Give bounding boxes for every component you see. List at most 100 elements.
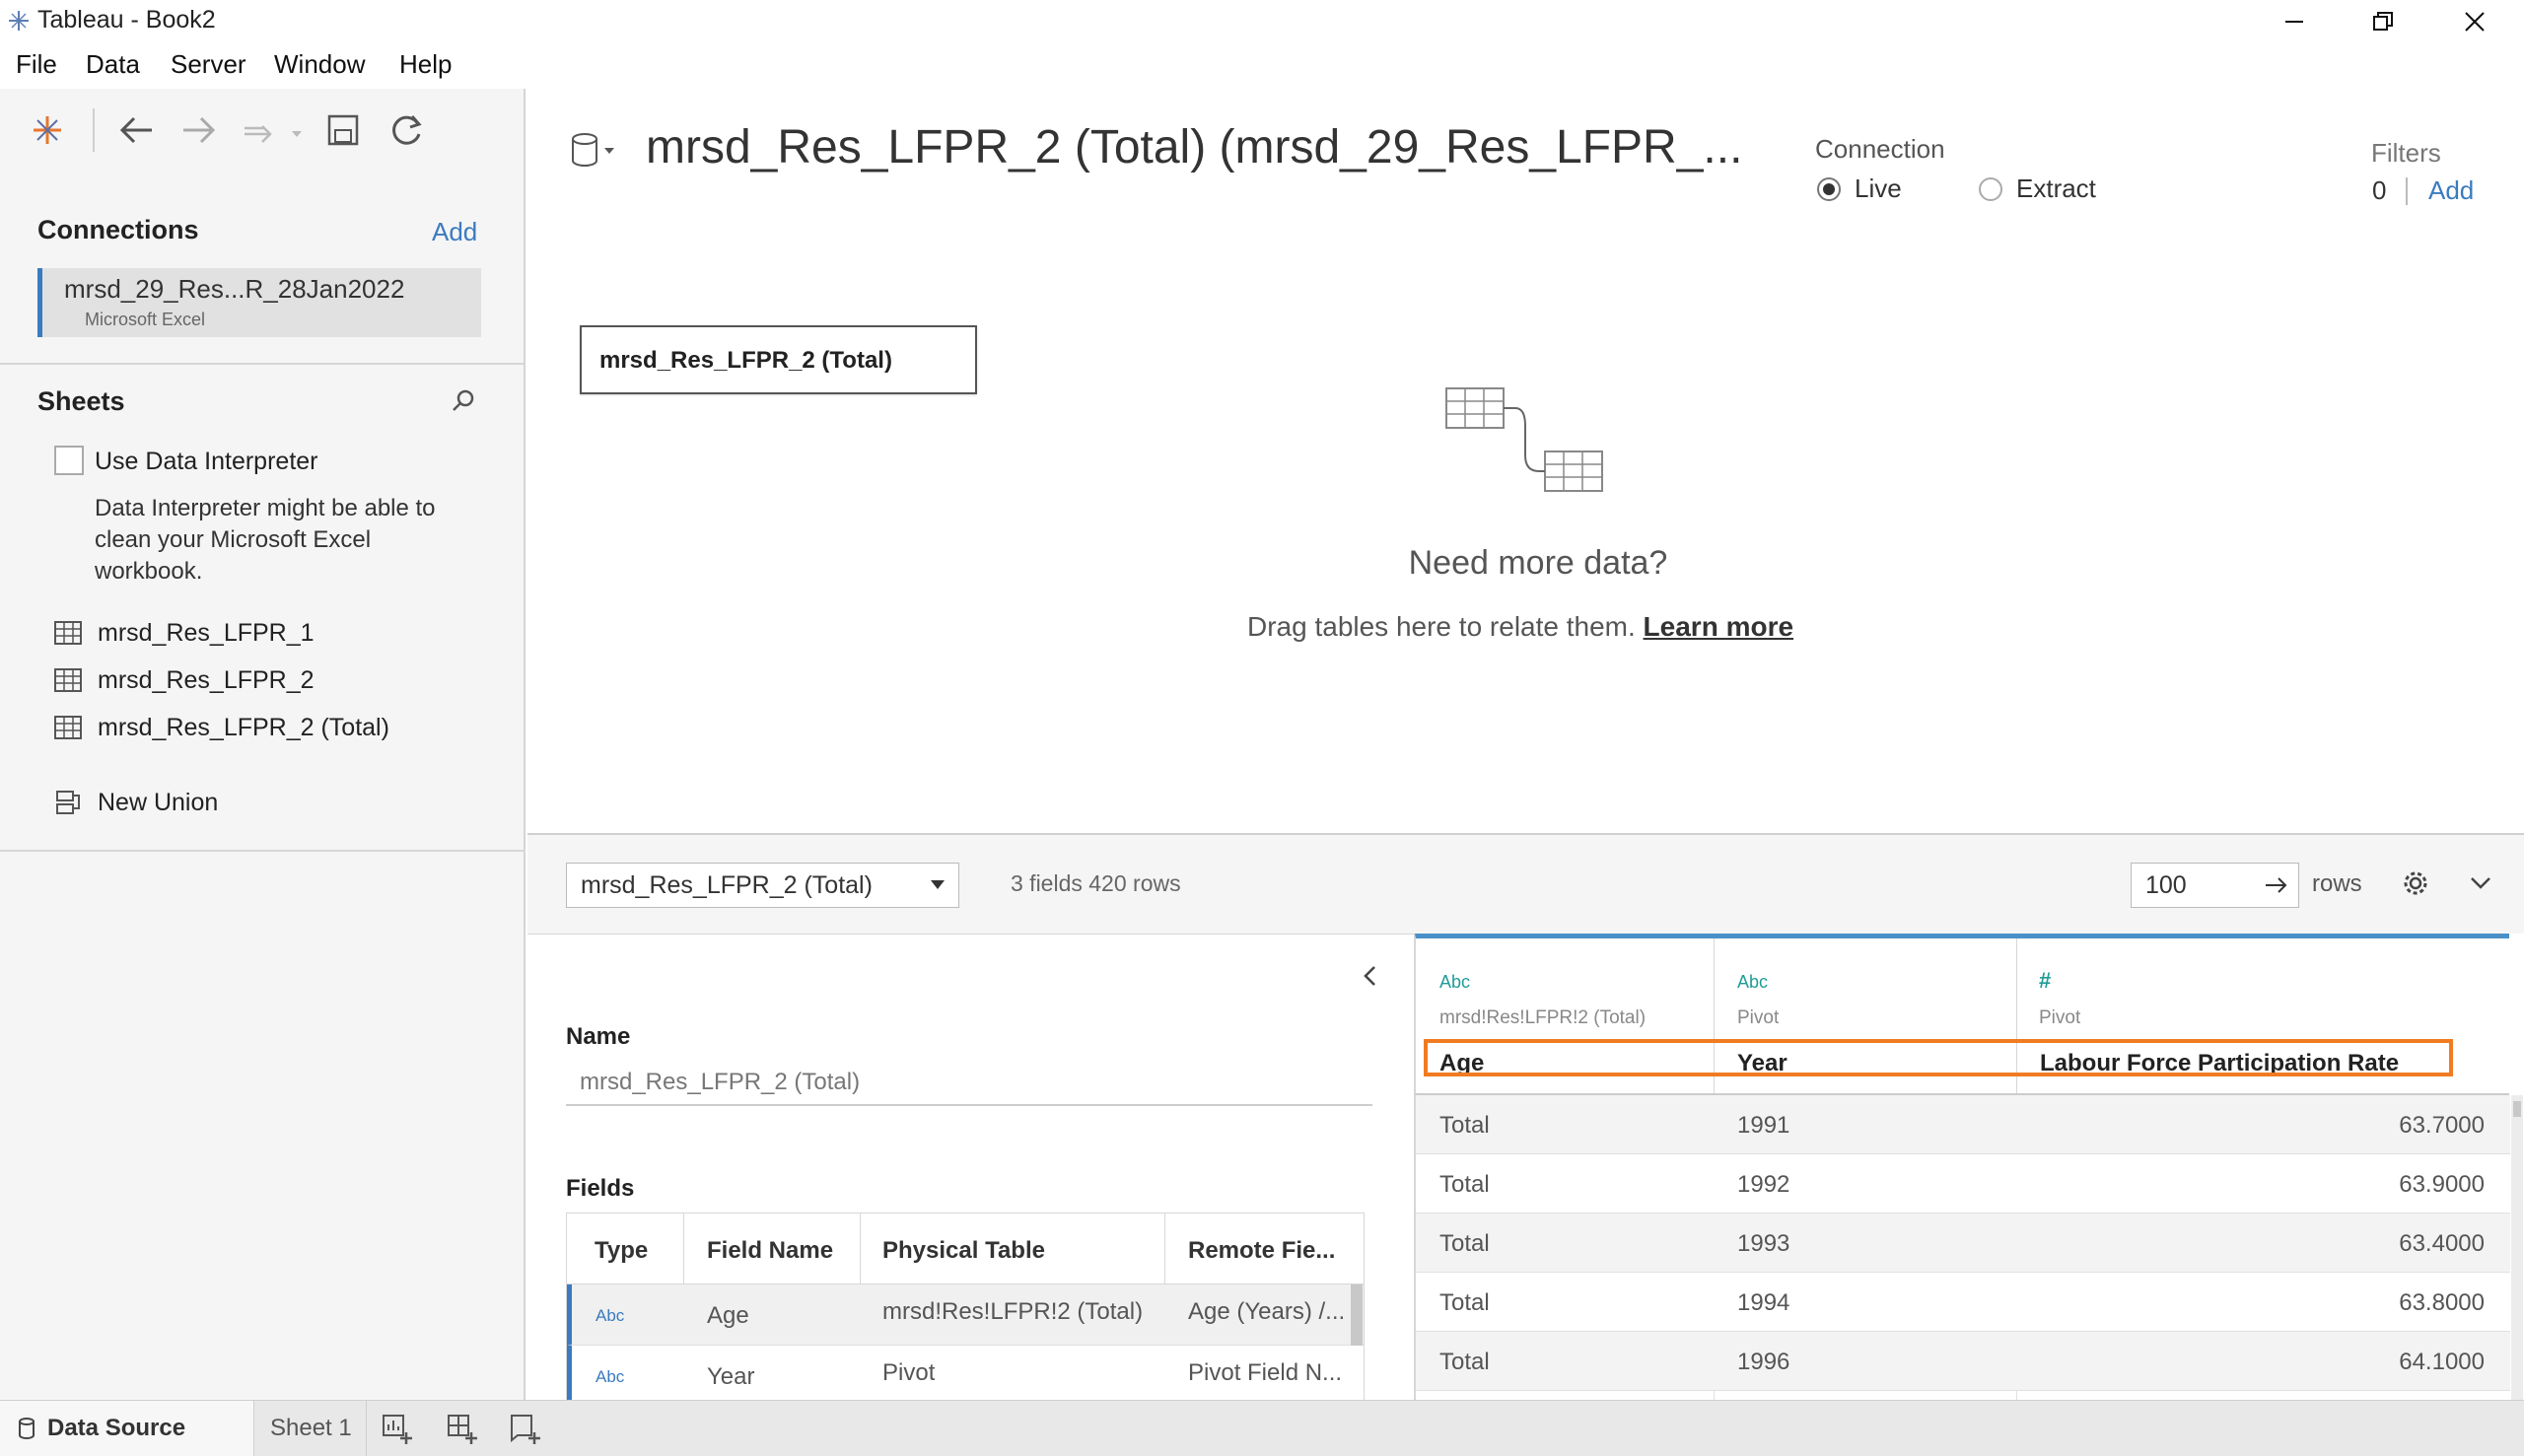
cell-rate: 64.1000 — [2399, 1349, 2485, 1375]
collapse-left-icon[interactable] — [1361, 964, 1380, 988]
fields-rows-summary: 3 fields 420 rows — [1011, 870, 1181, 896]
col-divider — [860, 1213, 861, 1284]
cell-year: 1991 — [1737, 1112, 1790, 1139]
new-union-item[interactable]: New Union — [54, 783, 218, 822]
add-connection-link[interactable]: Add — [432, 217, 477, 247]
sheet-item-lfpr-2[interactable]: mrsd_Res_LFPR_2 — [54, 660, 315, 700]
scrollbar-thumb[interactable] — [2513, 1101, 2521, 1117]
cell-year: 1996 — [1737, 1349, 1790, 1375]
save-icon[interactable] — [325, 112, 361, 148]
type-abc-icon: Abc — [596, 1367, 625, 1386]
tab-data-source-label: Data Source — [47, 1415, 186, 1441]
cell-year: 1994 — [1737, 1289, 1790, 1316]
add-filter-link[interactable]: Add — [2428, 175, 2474, 206]
tableau-home-icon[interactable] — [30, 112, 65, 148]
field-name: Year — [707, 1363, 755, 1390]
sheet-item-lfpr-2-total[interactable]: mrsd_Res_LFPR_2 (Total) — [54, 708, 389, 747]
title-bar: Tableau - Book2 — [0, 0, 2524, 43]
cell-year: 1992 — [1737, 1171, 1790, 1198]
menu-file[interactable]: File — [16, 49, 57, 80]
back-arrow-icon[interactable] — [116, 112, 156, 148]
sheet-label: mrsd_Res_LFPR_1 — [98, 618, 315, 647]
type-abc-icon[interactable]: Abc — [1439, 972, 1470, 993]
datasource-title[interactable]: mrsd_Res_LFPR_2 (Total) (mrsd_29_Res_LFP… — [646, 120, 1742, 174]
datasource-icon[interactable] — [569, 130, 618, 170]
arrow-right-icon[interactable] — [2264, 875, 2289, 895]
sheet-item-lfpr-1[interactable]: mrsd_Res_LFPR_1 — [54, 613, 315, 653]
sheet-tab-bar: Data Source Sheet 1 — [0, 1400, 2524, 1456]
menu-data[interactable]: Data — [86, 49, 140, 80]
refresh-icon[interactable] — [386, 110, 426, 150]
rows-input[interactable]: 100 — [2131, 863, 2299, 908]
table-row[interactable]: Total 1996 64.1000 — [1416, 1332, 2510, 1391]
menu-window[interactable]: Window — [274, 49, 365, 80]
collapse-chevron-icon[interactable] — [2468, 870, 2493, 896]
redo-dropdown-icon[interactable] — [241, 116, 310, 146]
use-interpreter-checkbox[interactable] — [54, 446, 84, 475]
table-row[interactable]: Total 1994 63.8000 — [1416, 1273, 2510, 1332]
cell-age: Total — [1439, 1349, 1490, 1375]
table-pill[interactable]: mrsd_Res_LFPR_2 (Total) — [580, 325, 977, 394]
cell-age: Total — [1439, 1171, 1490, 1198]
menu-server[interactable]: Server — [171, 49, 246, 80]
minimize-button[interactable] — [2250, 0, 2339, 43]
fields-label: Fields — [566, 1175, 635, 1202]
extract-radio[interactable]: Extract — [1977, 173, 2096, 204]
learn-more-link[interactable]: Learn more — [1644, 611, 1794, 642]
table-row[interactable]: Total 1993 63.4000 — [1416, 1213, 2510, 1273]
connection-item[interactable]: mrsd_29_Res...R_28Jan2022 Microsoft Exce… — [37, 268, 481, 337]
help-line: Data Interpreter might be able to — [95, 495, 436, 521]
scrollbar-thumb[interactable] — [1351, 1284, 1363, 1346]
name-value: mrsd_Res_LFPR_2 (Total) — [580, 1069, 861, 1095]
remote-field: Age (Years) /... — [1188, 1298, 1346, 1325]
radio-unselected-icon — [1979, 176, 2002, 201]
new-union-label: New Union — [98, 788, 219, 816]
column-source: mrsd!Res!LFPR!2 (Total) — [1439, 1007, 1647, 1028]
table-row[interactable]: Total 1992 63.9000 — [1416, 1154, 2510, 1213]
new-story-icon[interactable] — [509, 1413, 542, 1446]
tab-data-source[interactable]: Data Source — [0, 1401, 254, 1456]
new-worksheet-icon[interactable] — [381, 1413, 414, 1446]
col-field-name[interactable]: Field Name — [707, 1237, 833, 1265]
live-radio[interactable]: Live — [1815, 173, 1902, 204]
name-input[interactable]: mrsd_Res_LFPR_2 (Total) — [566, 1059, 1372, 1106]
divider — [0, 363, 524, 365]
column-source: Pivot — [1737, 1007, 1780, 1028]
radio-selected-icon — [1817, 176, 1841, 201]
restore-button[interactable] — [2339, 0, 2427, 43]
col-type[interactable]: Type — [595, 1237, 648, 1265]
forward-arrow-icon[interactable] — [179, 112, 219, 148]
gear-icon[interactable] — [2401, 868, 2430, 898]
cell-year: 1993 — [1737, 1230, 1790, 1257]
table-row[interactable]: Abc Year Pivot Pivot Field N... — [567, 1346, 1364, 1403]
canvas-area: mrsd_Res_LFPR_2 (Total) (mrsd_29_Res_LFP… — [527, 89, 2524, 833]
table-row[interactable]: Abc Age mrsd!Res!LFPR!2 (Total) Age (Yea… — [567, 1284, 1364, 1346]
type-abc-icon: Abc — [596, 1306, 625, 1325]
search-icon[interactable] — [449, 386, 478, 416]
table-pill-label: mrsd_Res_LFPR_2 (Total) — [599, 347, 892, 374]
table-row[interactable]: Total 1991 63.7000 — [1416, 1095, 2510, 1154]
tab-sheet-1[interactable]: Sheet 1 — [256, 1401, 367, 1456]
help-line: workbook. — [95, 558, 203, 585]
type-abc-icon[interactable]: Abc — [1737, 972, 1768, 993]
help-line: clean your Microsoft Excel — [95, 526, 372, 553]
connection-label: Connection — [1815, 134, 1945, 164]
col-remote-field[interactable]: Remote Fie... — [1188, 1237, 1335, 1265]
col-physical-table[interactable]: Physical Table — [882, 1237, 1045, 1265]
toolbar-divider — [93, 108, 95, 152]
drag-tables-text: Drag tables here to relate them. Learn m… — [1247, 611, 1793, 643]
sheet-label: mrsd_Res_LFPR_2 — [98, 665, 315, 694]
vertical-scrollbar[interactable] — [2511, 1095, 2523, 1402]
cell-age: Total — [1439, 1230, 1490, 1257]
table-select[interactable]: mrsd_Res_LFPR_2 (Total) — [566, 863, 959, 908]
chevron-down-icon — [931, 880, 945, 889]
fields-table: Type Field Name Physical Table Remote Fi… — [566, 1213, 1365, 1403]
type-number-icon[interactable]: # — [2039, 968, 2051, 994]
new-dashboard-icon[interactable] — [446, 1413, 479, 1446]
menu-help[interactable]: Help — [399, 49, 452, 80]
close-button[interactable] — [2430, 0, 2519, 43]
live-label: Live — [1855, 173, 1902, 203]
tab-sheet-1-label: Sheet 1 — [270, 1415, 352, 1441]
need-more-data-title: Need more data? — [1408, 544, 1668, 582]
preview-area: mrsd_Res_LFPR_2 (Total) 3 fields 420 row… — [527, 833, 2524, 1403]
